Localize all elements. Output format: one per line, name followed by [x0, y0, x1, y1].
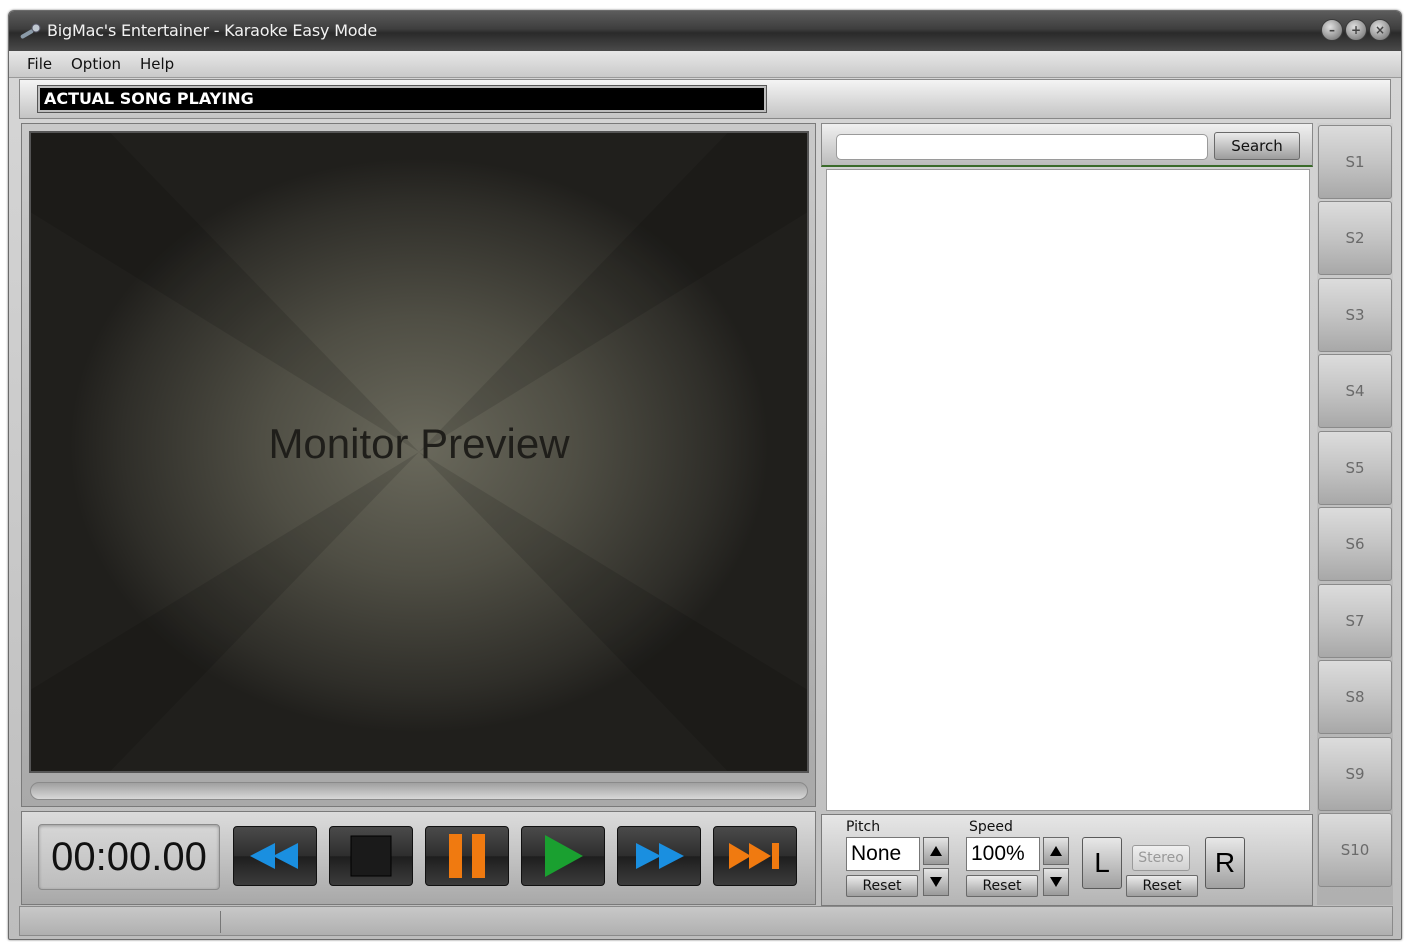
- stop-button[interactable]: [329, 826, 413, 886]
- video-panel: Monitor Preview: [21, 123, 816, 807]
- fast-forward-icon: [636, 843, 684, 869]
- search-input[interactable]: [836, 134, 1208, 160]
- time-display: 00:00.00: [38, 824, 220, 890]
- arrow-down-icon: [930, 877, 942, 887]
- seek-bar[interactable]: [30, 782, 808, 800]
- monitor-preview: Monitor Preview: [29, 131, 809, 773]
- play-icon: [545, 835, 583, 877]
- maximize-icon[interactable]: +: [1345, 19, 1367, 41]
- slot-button-s10[interactable]: S10: [1318, 813, 1392, 887]
- slot-button-s3[interactable]: S3: [1318, 278, 1392, 352]
- slot-button-s4[interactable]: S4: [1318, 354, 1392, 428]
- now-playing-bar: ACTUAL SONG PLAYING: [19, 79, 1391, 119]
- menu-bar: File Option Help: [9, 51, 1401, 78]
- speed-reset-button[interactable]: Reset: [966, 875, 1038, 897]
- pitch-up-button[interactable]: [923, 837, 949, 865]
- pause-icon: [449, 834, 485, 878]
- pitch-reset-button[interactable]: Reset: [846, 875, 918, 897]
- microphone-icon: [20, 23, 41, 39]
- pitch-label: Pitch: [846, 819, 881, 835]
- slot-button-s1[interactable]: S1: [1318, 125, 1392, 199]
- play-button[interactable]: [521, 826, 605, 886]
- fast-forward-button[interactable]: [617, 826, 701, 886]
- slot-button-s5[interactable]: S5: [1318, 431, 1392, 505]
- pitch-value: None: [846, 837, 920, 871]
- speed-up-button[interactable]: [1043, 837, 1069, 865]
- search-panel: Search: [821, 123, 1313, 167]
- slot-button-s6[interactable]: S6: [1318, 507, 1392, 581]
- slot-button-s2[interactable]: S2: [1318, 201, 1392, 275]
- arrow-down-icon: [1050, 877, 1062, 887]
- slot-column: S1 S2 S3 S4 S5 S6 S7 S8 S9 S10: [1317, 123, 1393, 905]
- menu-help[interactable]: Help: [140, 55, 174, 73]
- arrow-up-icon: [930, 846, 942, 856]
- pause-button[interactable]: [425, 826, 509, 886]
- rewind-icon: [250, 843, 298, 869]
- stop-icon: [350, 835, 392, 877]
- now-playing-display: ACTUAL SONG PLAYING: [37, 85, 767, 113]
- window-title: BigMac's Entertainer - Karaoke Easy Mode: [47, 21, 377, 40]
- close-icon[interactable]: ×: [1369, 19, 1391, 41]
- skip-next-button[interactable]: [713, 826, 797, 886]
- right-channel-button[interactable]: R: [1205, 837, 1245, 889]
- status-divider: [220, 911, 221, 933]
- pitch-down-button[interactable]: [923, 868, 949, 896]
- menu-option[interactable]: Option: [71, 55, 121, 73]
- adjust-panel: Pitch None Reset Speed 100% Reset L Ster…: [821, 814, 1313, 906]
- balance-reset-button[interactable]: Reset: [1126, 875, 1198, 897]
- speed-down-button[interactable]: [1043, 868, 1069, 896]
- left-channel-button[interactable]: L: [1082, 837, 1122, 889]
- speed-label: Speed: [969, 819, 1013, 835]
- status-bar: [19, 906, 1393, 936]
- title-bar[interactable]: BigMac's Entertainer - Karaoke Easy Mode…: [9, 11, 1401, 51]
- menu-file[interactable]: File: [27, 55, 52, 73]
- transport-panel: 00:00.00: [21, 811, 816, 905]
- rewind-button[interactable]: [233, 826, 317, 886]
- slot-button-s8[interactable]: S8: [1318, 660, 1392, 734]
- arrow-up-icon: [1050, 846, 1062, 856]
- minimize-icon[interactable]: –: [1321, 19, 1343, 41]
- monitor-preview-label: Monitor Preview: [268, 420, 570, 467]
- slot-button-s9[interactable]: S9: [1318, 737, 1392, 811]
- song-list[interactable]: [826, 169, 1310, 811]
- app-window: BigMac's Entertainer - Karaoke Easy Mode…: [8, 10, 1402, 940]
- stereo-button[interactable]: Stereo: [1132, 845, 1190, 871]
- slot-button-s7[interactable]: S7: [1318, 584, 1392, 658]
- speed-value: 100%: [966, 837, 1040, 871]
- search-button[interactable]: Search: [1214, 132, 1300, 160]
- skip-next-icon: [729, 843, 779, 869]
